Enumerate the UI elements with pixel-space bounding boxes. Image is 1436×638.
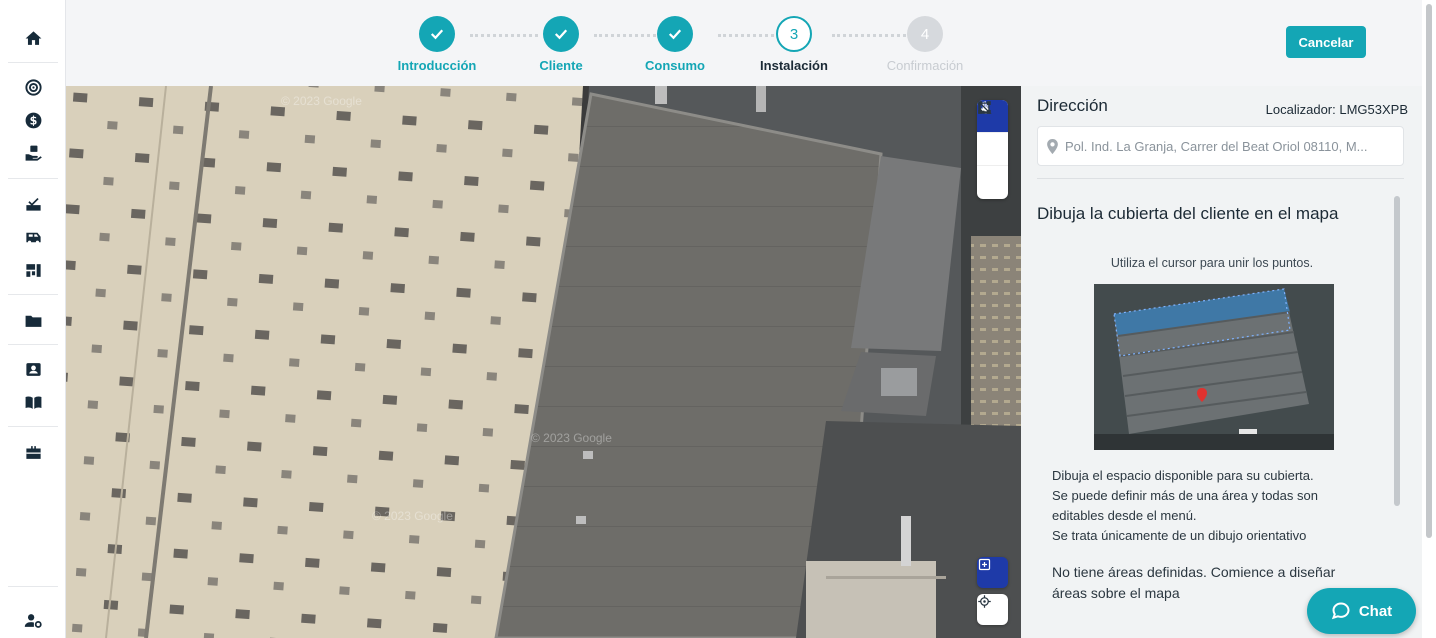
sidebar-item-documents[interactable] [18,307,48,333]
roof-guide-image [1094,284,1334,450]
sidebar-item-tools[interactable] [18,439,48,465]
drawing-toolbar [977,100,1008,199]
sidebar-divider [8,178,58,179]
book-icon [25,395,41,409]
instruction-line: Se puede definir más de una área y todas… [1052,488,1318,503]
measure-icon [978,100,992,114]
step-label: Cliente [539,58,583,73]
map-imagery: © 2023 Google © 2023 Google © 2023 Googl… [66,86,1021,638]
instruction-line: editables desde el menú. [1052,508,1197,523]
stepper-header: Introducción Cliente Consumo 3 Instalaci… [66,0,1422,86]
dollar-icon: $ [25,112,41,128]
area-select-tool[interactable] [977,557,1008,588]
address-title: Dirección [1037,96,1108,115]
left-sidebar: $ [0,0,66,638]
guide-illustration [1094,284,1334,450]
chat-label: Chat [1358,602,1393,620]
sidebar-item-logistics[interactable] [18,224,48,250]
sidebar-item-target[interactable] [18,74,48,100]
step-label: Confirmación [886,58,964,73]
sidebar-item-tasks[interactable] [18,190,48,216]
sidebar-divider [8,344,58,345]
locate-tool[interactable] [977,594,1008,625]
sidebar-item-dashboard[interactable] [18,257,48,283]
step-number: 4 [907,16,943,52]
instruction-line: Dibuja el espacio disponible para su cub… [1052,468,1314,483]
step-introduccion[interactable]: Introducción [382,16,492,73]
sidebar-item-finance[interactable]: $ [18,107,48,133]
instruction-title: Dibuja la cubierta del cliente en el map… [1037,204,1339,223]
panel-scrollbar[interactable] [1394,196,1400,506]
checklist-icon [25,197,41,211]
localizador-code: Localizador: LMG53XPB [1265,102,1408,117]
step-instalacion[interactable]: 3 Instalación [739,16,849,73]
sidebar-item-user-settings[interactable] [18,607,48,633]
hand-money-icon [25,145,42,161]
instruction-subtitle: Utiliza el cursor para unir los puntos. [1110,256,1314,270]
cancel-button[interactable]: Cancelar [1286,26,1366,58]
check-icon [657,16,693,52]
folder-icon [25,315,41,327]
toolbox-icon [25,445,41,459]
step-confirmacion: 4 Confirmación [870,16,980,73]
step-label: Instalación [760,58,828,73]
dashboard-icon [25,263,41,277]
address-field[interactable] [1037,126,1404,166]
step-label: Introducción [397,58,477,73]
panel-divider [1037,178,1404,179]
installation-panel: Dirección Localizador: LMG53XPB Dibuja l… [1021,86,1422,638]
satellite-map[interactable]: © 2023 Google © 2023 Google © 2023 Googl… [66,86,1021,638]
sidebar-item-home[interactable] [18,25,48,51]
step-number: 3 [776,16,812,52]
sidebar-divider [8,426,58,427]
area-select-icon [978,558,991,571]
measure-tool[interactable] [977,100,1008,199]
locate-icon [978,595,991,608]
svg-text:$: $ [29,114,37,127]
polygon-tool[interactable] [977,101,1008,166]
chat-button[interactable]: Chat [1307,588,1416,634]
map-watermark: © 2023 Google [281,94,362,108]
map-pin-icon [1047,138,1058,154]
chat-bubble-icon [1331,602,1350,620]
step-cliente[interactable]: Cliente [506,16,616,73]
sidebar-item-guides[interactable] [18,389,48,415]
page-scrollbar-thumb[interactable] [1426,4,1432,538]
map-watermark: © 2023 Google [531,431,612,445]
target-icon [24,78,42,96]
sidebar-item-payments[interactable] [18,140,48,166]
sidebar-item-contacts[interactable] [18,356,48,382]
check-icon [543,16,579,52]
sidebar-divider [8,294,58,295]
page-scrollbar[interactable] [1422,0,1436,638]
step-consumo[interactable]: Consumo [620,16,730,73]
address-input[interactable] [1065,138,1403,154]
sidebar-divider [8,62,58,63]
sidebar-divider [8,586,58,587]
contact-card-icon [25,362,41,376]
check-icon [419,16,455,52]
van-icon [25,232,41,244]
map-watermark: © 2023 Google [372,509,453,523]
instruction-text: Dibuja el espacio disponible para su cub… [1052,466,1382,546]
home-icon [25,30,41,45]
user-settings-icon [24,613,42,628]
instruction-line: Se trata únicamente de un dibujo orienta… [1052,528,1307,543]
step-label: Consumo [645,58,705,73]
